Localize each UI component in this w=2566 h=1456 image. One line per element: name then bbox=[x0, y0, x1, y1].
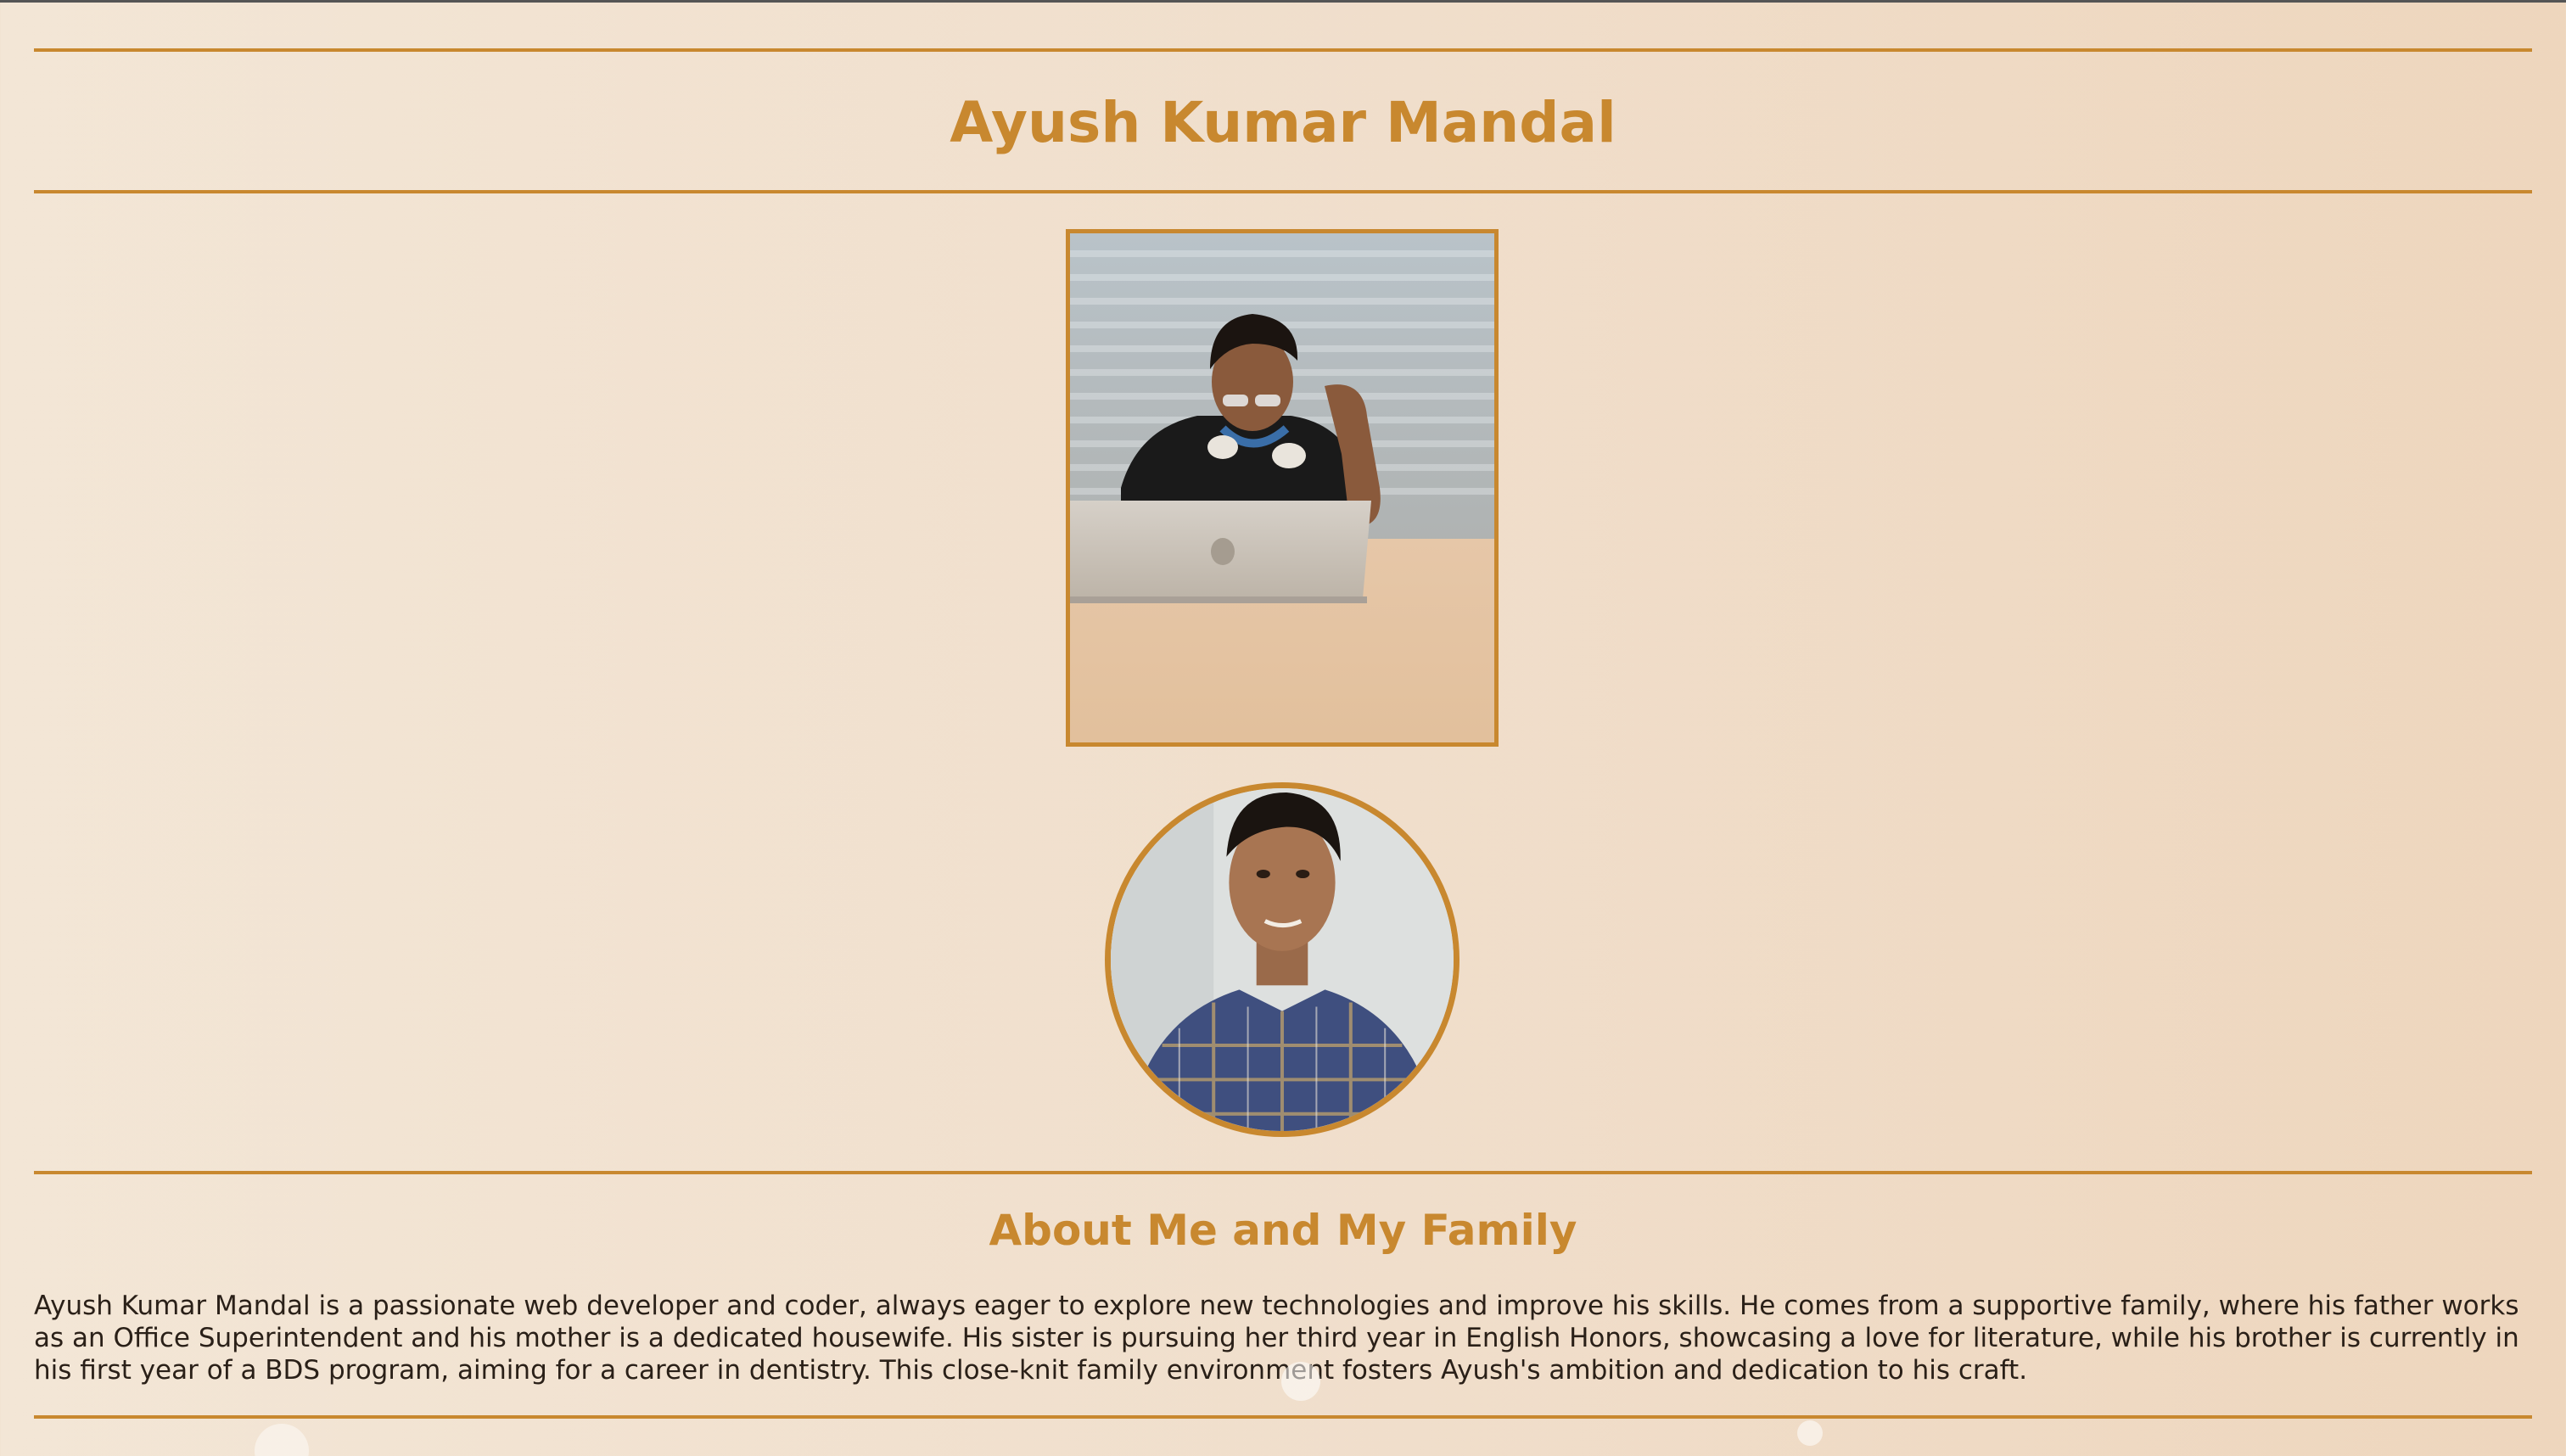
decorative-bubble bbox=[1797, 1420, 1823, 1446]
page-title: Ayush Kumar Mandal bbox=[950, 90, 1616, 155]
laptop-photo bbox=[1066, 229, 1499, 747]
profile-photo bbox=[1105, 782, 1459, 1137]
about-heading: About Me and My Family bbox=[989, 1206, 1577, 1255]
divider-bottom bbox=[34, 1415, 2532, 1419]
decorative-bubble bbox=[255, 1424, 309, 1456]
divider-above-about bbox=[34, 1171, 2532, 1174]
divider-top bbox=[34, 48, 2532, 52]
laptop-photo-image bbox=[1070, 233, 1494, 742]
top-edge-line bbox=[0, 0, 2566, 3]
decorative-bubble bbox=[1281, 1362, 1320, 1401]
divider-below-title bbox=[34, 190, 2532, 193]
profile-photo-image bbox=[1111, 788, 1454, 1131]
